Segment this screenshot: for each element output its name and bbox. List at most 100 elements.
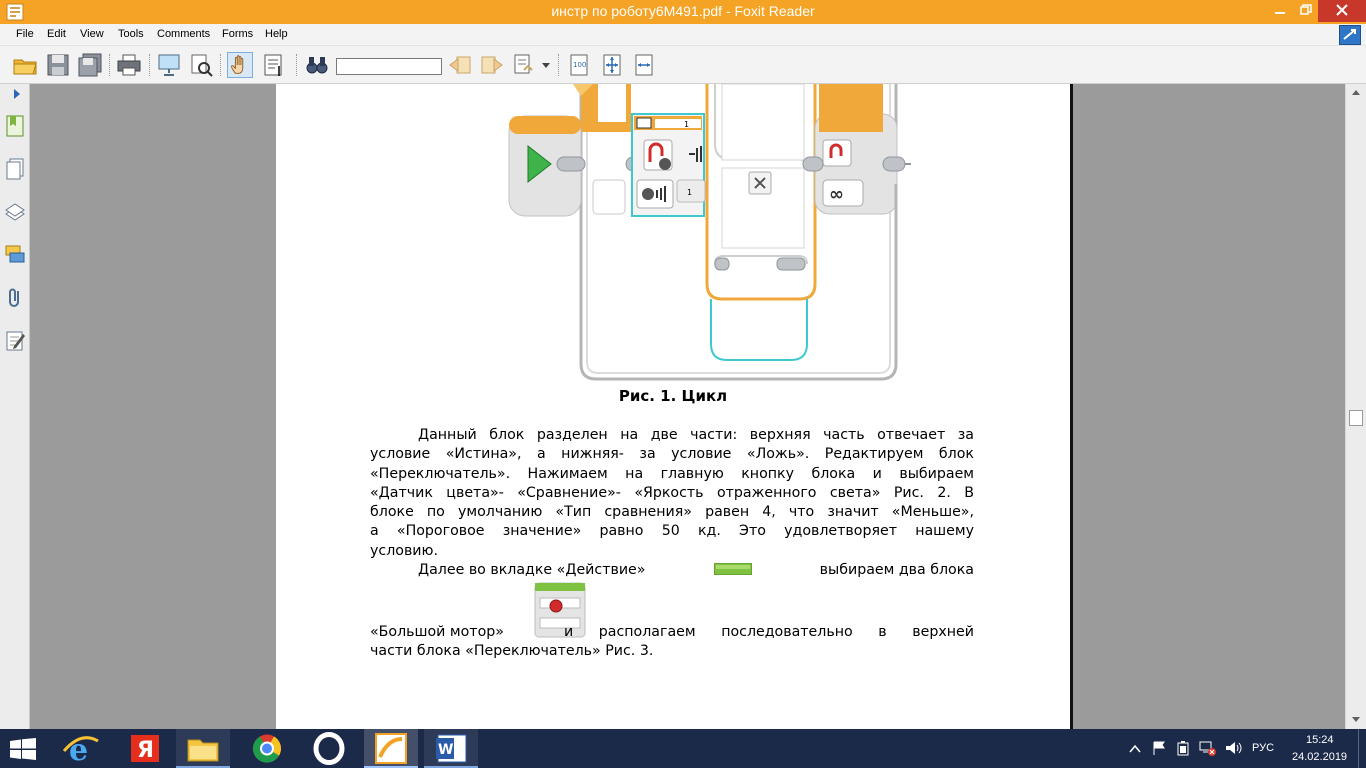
minimize-button[interactable] bbox=[1266, 0, 1294, 22]
expand-panel-icon[interactable] bbox=[13, 89, 21, 99]
chrome-icon bbox=[252, 734, 281, 763]
volume-icon[interactable] bbox=[1224, 740, 1242, 756]
clock-date[interactable]: 24.02.2019 bbox=[1292, 751, 1347, 763]
para2-text-d: и располагаем последовательно в верхней bbox=[563, 624, 974, 640]
power-icon[interactable] bbox=[1175, 740, 1191, 756]
menu-help[interactable]: Help bbox=[265, 28, 288, 40]
foxit-reader-icon bbox=[375, 733, 407, 764]
svg-text:W: W bbox=[438, 742, 453, 758]
action-tab-green-icon bbox=[713, 563, 752, 575]
actual-size-icon[interactable]: 100 bbox=[567, 52, 593, 78]
find-binoculars-icon[interactable] bbox=[304, 52, 330, 78]
restore-button[interactable] bbox=[1292, 0, 1320, 22]
scroll-down-icon[interactable] bbox=[1346, 711, 1366, 728]
presentation-icon[interactable] bbox=[156, 52, 182, 78]
scroll-up-icon[interactable] bbox=[1346, 84, 1366, 101]
pages-icon[interactable] bbox=[4, 157, 26, 181]
para2-text-e: части блока «Переключатель» Рис. 3. bbox=[370, 643, 654, 659]
toolbar-separator bbox=[149, 54, 150, 76]
find-previous-icon[interactable] bbox=[447, 52, 473, 78]
paragraph-2-line-2: «Большой мотор» и располагаем последоват… bbox=[370, 623, 974, 642]
figure-loop-diagram: 1 1 ∞ bbox=[508, 84, 911, 381]
microsoft-word-icon: W bbox=[436, 734, 467, 763]
document-viewport[interactable]: 1 1 ∞ Рис. 1. Цикл Данный блок разделен … bbox=[30, 84, 1345, 729]
zoom-page-icon[interactable] bbox=[188, 52, 214, 78]
select-text-icon[interactable] bbox=[261, 52, 287, 78]
para1-line-5: блоке по умолчанию «Тип сравнения» равен… bbox=[370, 504, 974, 521]
menu-bar: File Edit View Tools Comments Forms Help bbox=[0, 24, 1366, 46]
title-bar: инстр по роботу6М491.pdf - Foxit Reader bbox=[0, 0, 1366, 24]
para2-text-a: Далее во вкладке «Действие» bbox=[418, 562, 646, 578]
svg-text:∞: ∞ bbox=[829, 184, 844, 205]
print-icon[interactable] bbox=[116, 52, 142, 78]
layers-icon[interactable] bbox=[4, 200, 26, 224]
taskbar-yandex[interactable]: Я bbox=[118, 729, 172, 768]
find-input[interactable] bbox=[336, 58, 442, 75]
search-options-icon[interactable] bbox=[511, 52, 537, 78]
toolbar-separator bbox=[109, 54, 110, 76]
para1-line-7: условию. bbox=[370, 542, 438, 559]
menu-view[interactable]: View bbox=[80, 28, 104, 40]
show-hidden-icons-icon[interactable] bbox=[1129, 744, 1141, 754]
taskbar-chrome[interactable] bbox=[240, 729, 294, 768]
toolbar-separator bbox=[296, 54, 297, 76]
signatures-icon[interactable] bbox=[4, 329, 26, 353]
menu-comments[interactable]: Comments bbox=[157, 28, 210, 40]
comments-icon[interactable] bbox=[4, 243, 26, 267]
svg-text:100: 100 bbox=[573, 61, 586, 69]
fullscreen-icon[interactable] bbox=[1339, 25, 1361, 45]
save-as-icon[interactable] bbox=[77, 52, 103, 78]
page-shadow-edge bbox=[1070, 84, 1073, 729]
windows-start-icon[interactable] bbox=[8, 738, 38, 760]
action-center-flag-icon[interactable] bbox=[1151, 740, 1167, 756]
fit-width-icon[interactable] bbox=[632, 52, 658, 78]
toolbar-separator bbox=[220, 54, 221, 76]
save-icon[interactable] bbox=[45, 52, 71, 78]
chevron-down-icon[interactable] bbox=[542, 63, 550, 69]
file-explorer-icon bbox=[187, 739, 219, 762]
language-indicator[interactable]: РУС bbox=[1252, 742, 1274, 754]
close-button[interactable] bbox=[1318, 0, 1366, 22]
fit-page-icon[interactable] bbox=[600, 52, 626, 78]
menu-forms[interactable]: Forms bbox=[222, 28, 253, 40]
hand-tool-icon[interactable] bbox=[227, 52, 253, 78]
close-icon bbox=[1336, 4, 1348, 16]
yandex-browser-icon: Я bbox=[131, 735, 159, 763]
taskbar-explorer[interactable] bbox=[176, 729, 230, 768]
figure-caption: Рис. 1. Цикл bbox=[618, 387, 728, 405]
show-desktop-button[interactable] bbox=[1358, 729, 1366, 768]
vertical-scrollbar[interactable] bbox=[1345, 84, 1366, 729]
restore-icon bbox=[1300, 4, 1312, 15]
para1-line-1: Данный блок разделен на две части: верхн… bbox=[418, 427, 974, 443]
taskbar-ie[interactable]: e bbox=[54, 729, 108, 768]
taskbar-opera[interactable] bbox=[302, 729, 356, 768]
taskbar-word[interactable]: W bbox=[424, 729, 478, 768]
para1-line-4: «Датчик цвета»- «Сравнение»- «Яркость от… bbox=[370, 484, 974, 501]
find-next-icon[interactable] bbox=[479, 52, 505, 78]
paragraph-2-line-1: Далее во вкладке «Действие» выбираем два… bbox=[370, 561, 974, 580]
taskbar-foxit[interactable] bbox=[364, 729, 418, 768]
para1-line-3: «Переключатель». Нажимаем на главную кно… bbox=[370, 465, 974, 482]
figure-label-bottom: 1 bbox=[687, 188, 692, 197]
menu-tools[interactable]: Tools bbox=[118, 28, 144, 40]
opera-icon bbox=[313, 732, 345, 765]
pdf-page: 1 1 ∞ Рис. 1. Цикл Данный блок разделен … bbox=[276, 84, 1070, 729]
toolbar-separator bbox=[558, 54, 559, 76]
minimize-icon bbox=[1275, 12, 1285, 14]
network-icon[interactable] bbox=[1199, 740, 1217, 756]
menu-file[interactable]: File bbox=[16, 28, 34, 40]
toolbar: 100 bbox=[0, 46, 1366, 84]
scrollbar-thumb[interactable] bbox=[1349, 410, 1363, 426]
taskbar: e Я W РУС 15:24 24.02.2019 bbox=[0, 729, 1366, 768]
para1-line-6: а «Пороговое значение» равно 50 кд. Это … bbox=[370, 523, 974, 540]
attachments-icon[interactable] bbox=[4, 286, 26, 310]
para1-line-2: условие «Истина», а нижняя- за условие «… bbox=[370, 446, 974, 463]
menu-edit[interactable]: Edit bbox=[47, 28, 66, 40]
para2-text-c: «Большой мотор» bbox=[370, 624, 504, 640]
open-folder-icon[interactable] bbox=[12, 52, 38, 78]
clock-time[interactable]: 15:24 bbox=[1306, 734, 1334, 746]
bookmarks-icon[interactable] bbox=[4, 114, 26, 138]
para2-text-b: выбираем два блока bbox=[819, 562, 974, 578]
svg-text:Я: Я bbox=[137, 738, 154, 763]
window-title: инстр по роботу6М491.pdf - Foxit Reader bbox=[551, 3, 815, 19]
